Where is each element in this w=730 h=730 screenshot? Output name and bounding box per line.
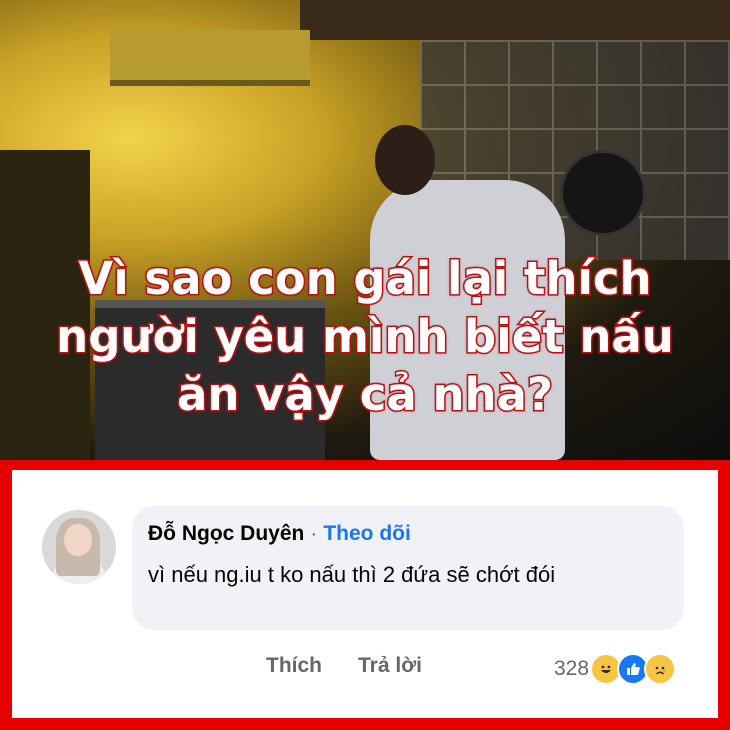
comment-text: vì nếu ng.iu t ko nấu thì 2 đứa sẽ chớt … bbox=[148, 562, 556, 587]
comment-header: Đỗ Ngọc Duyên · Theo dõi bbox=[148, 522, 411, 546]
hanging-pan bbox=[560, 150, 646, 236]
comment-bubble: Đỗ Ngọc Duyên · Theo dõi vì nếu ng.iu t ko… bbox=[132, 506, 684, 630]
sad-icon bbox=[644, 653, 677, 685]
comment-frame: Đỗ Ngọc Duyên · Theo dõi vì nếu ng.iu t ko… bbox=[0, 460, 730, 730]
author-name[interactable]: Đỗ Ngọc Duyên bbox=[148, 522, 304, 545]
headline-line-2: người yêu mình biết nấu bbox=[55, 309, 676, 365]
kitchen-cabinet bbox=[300, 0, 730, 40]
range-hood bbox=[110, 30, 310, 86]
like-button[interactable]: Thích bbox=[266, 654, 322, 677]
headline: Vì sao con gái lại thích người yêu mình … bbox=[0, 250, 730, 424]
comment-card: Đỗ Ngọc Duyên · Theo dõi vì nếu ng.iu t ko… bbox=[12, 470, 718, 718]
headline-line-1: Vì sao con gái lại thích bbox=[77, 251, 653, 307]
separator-dot: · bbox=[310, 522, 318, 545]
avatar[interactable] bbox=[42, 510, 116, 584]
follow-button[interactable]: Theo dõi bbox=[323, 522, 411, 545]
reactions-summary[interactable]: 328 bbox=[554, 653, 677, 685]
headline-line-3: ăn vậy cả nhà? bbox=[175, 367, 554, 423]
kitchen-photo: Vì sao con gái lại thích người yêu mình … bbox=[0, 0, 730, 460]
person-head bbox=[375, 125, 435, 195]
comment-actions: Thích Trả lời bbox=[266, 654, 458, 678]
avatar-face bbox=[64, 524, 92, 556]
reply-button[interactable]: Trả lời bbox=[358, 654, 422, 677]
reaction-count: 328 bbox=[554, 657, 590, 680]
